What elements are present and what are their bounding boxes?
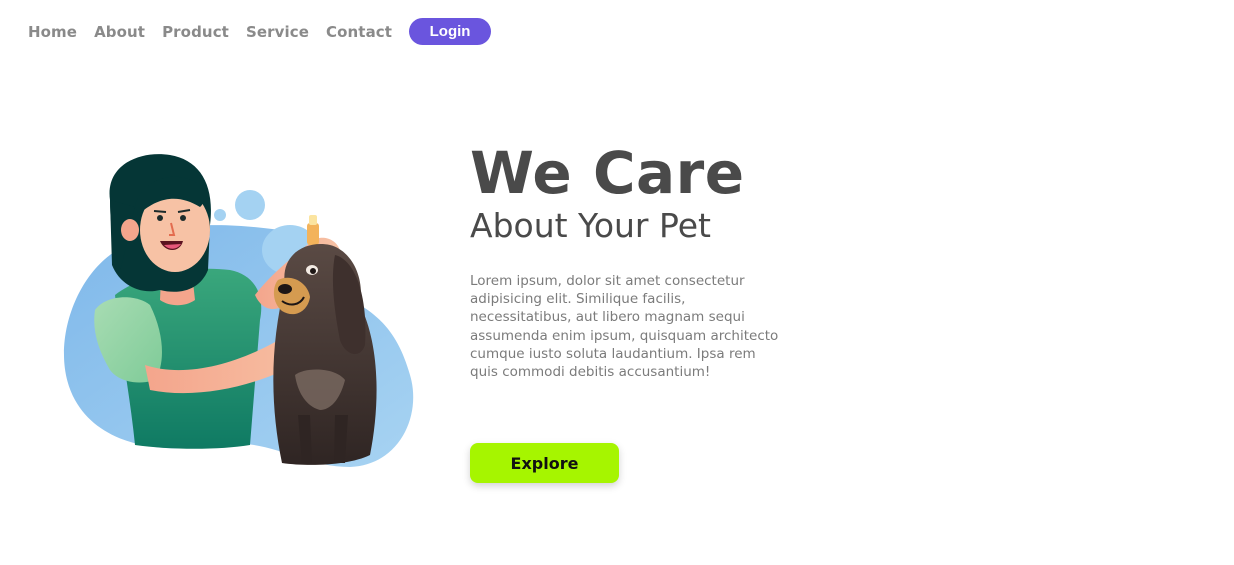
nav-link-home[interactable]: Home <box>28 23 77 41</box>
nav-link-product[interactable]: Product <box>162 23 229 41</box>
hero-title: We Care <box>470 139 745 207</box>
nav-link-service[interactable]: Service <box>246 23 309 41</box>
nav-link-contact[interactable]: Contact <box>326 23 392 41</box>
login-button[interactable]: Login <box>409 18 492 45</box>
hero-subtitle: About Your Pet <box>470 206 711 245</box>
pet-care-illustration <box>50 145 430 475</box>
nav-link-about[interactable]: About <box>94 23 145 41</box>
woman-giving-dog-eye-drops-illustration <box>63 154 414 467</box>
explore-button[interactable]: Explore <box>470 443 619 483</box>
hero-section: We Care About Your Pet Lorem ipsum, dolo… <box>470 140 800 381</box>
top-navigation: Home About Product Service Contact Login <box>28 18 492 45</box>
landing-page: Home About Product Service Contact Login <box>0 0 1234 565</box>
hero-description: Lorem ipsum, dolor sit amet consectetur … <box>470 273 779 381</box>
